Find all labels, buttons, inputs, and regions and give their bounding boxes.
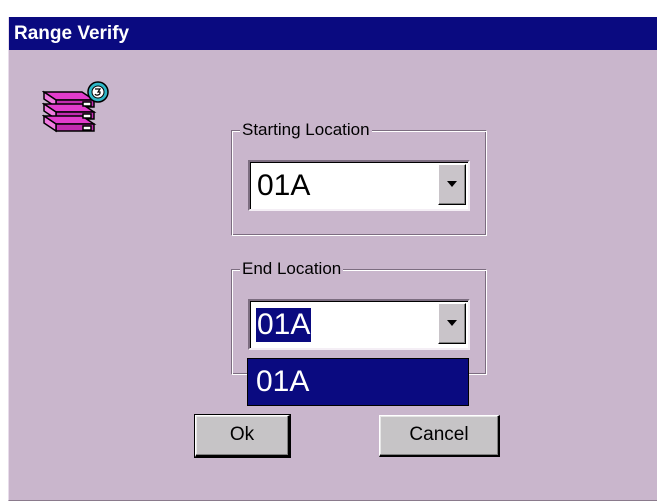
starting-location-value: 01A xyxy=(257,169,311,202)
dropdown-option[interactable]: 01A xyxy=(256,365,309,399)
end-location-value: 01A xyxy=(256,308,312,342)
end-location-dropdown-list: 01A xyxy=(247,358,469,406)
end-location-dropdown-button[interactable] xyxy=(438,303,466,344)
end-location-select[interactable]: 01A xyxy=(248,299,470,350)
end-location-label: End Location xyxy=(240,258,344,280)
chevron-down-icon xyxy=(447,320,457,326)
range-verify-dialog: Range Verify Starting Location 01A End L… xyxy=(8,17,657,501)
cancel-button[interactable]: Cancel xyxy=(379,415,500,457)
chevron-down-icon xyxy=(447,181,457,187)
starting-location-select[interactable]: 01A xyxy=(248,160,470,211)
starting-location-label: Starting Location xyxy=(240,119,372,141)
shelving-verify-icon xyxy=(42,81,109,133)
ok-button[interactable]: Ok xyxy=(194,414,291,458)
dialog-title: Range Verify xyxy=(9,17,657,50)
starting-location-dropdown-button[interactable] xyxy=(438,164,466,205)
